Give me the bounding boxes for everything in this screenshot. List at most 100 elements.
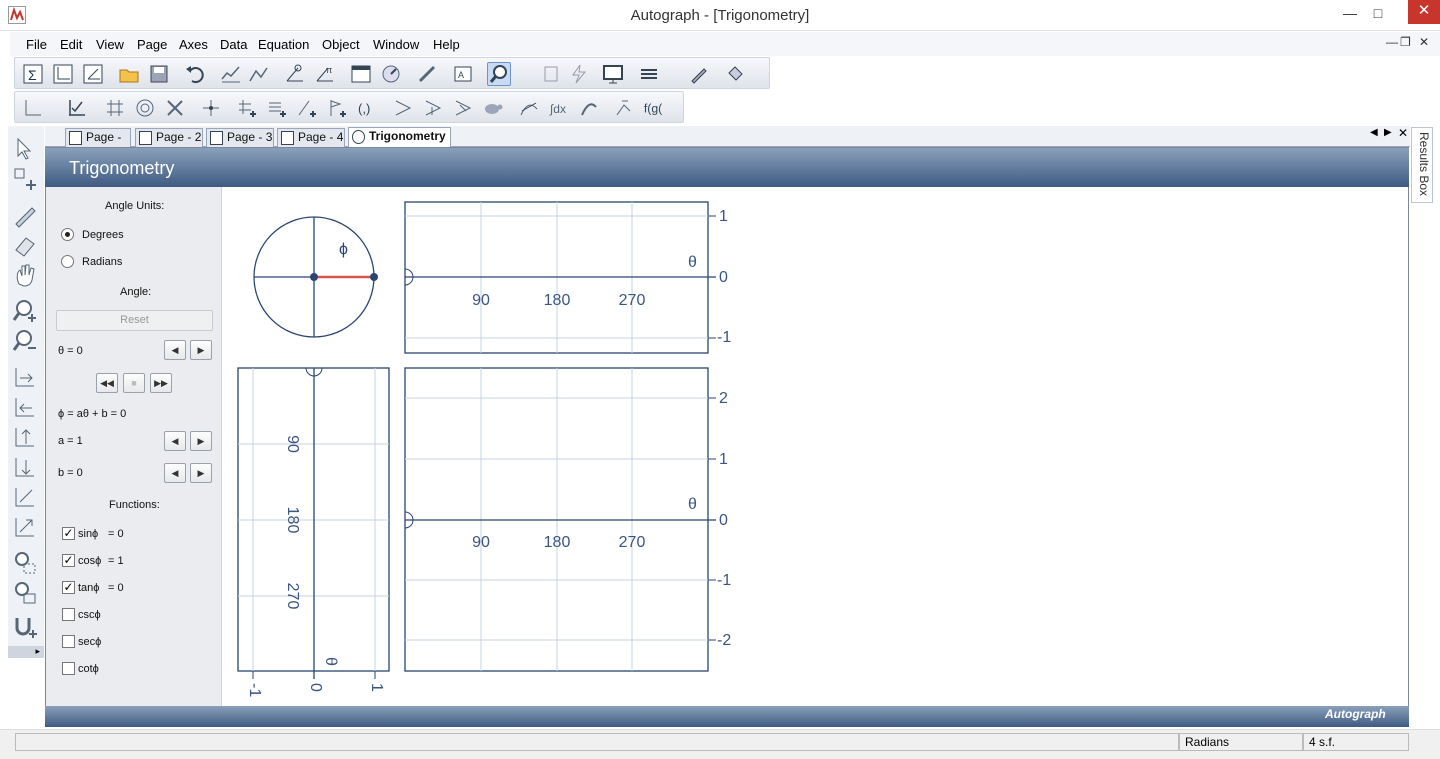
menu-file[interactable]: File: [26, 37, 47, 52]
key-tool-icon[interactable]: [539, 62, 563, 86]
menu-window[interactable]: Window: [373, 37, 419, 52]
scale-y-up-icon[interactable]: [12, 424, 38, 450]
select-add-icon[interactable]: [12, 166, 38, 192]
scale-both-down-icon[interactable]: [12, 514, 38, 540]
composite-function-icon[interactable]: f(g(: [641, 96, 675, 120]
fill-color-icon[interactable]: [723, 62, 747, 86]
save-icon[interactable]: [147, 62, 171, 86]
point-tool-icon[interactable]: [199, 96, 223, 120]
menu-page[interactable]: Page: [137, 37, 167, 52]
close-button[interactable]: ✕: [1408, 0, 1440, 24]
zoom-box-icon[interactable]: [12, 550, 38, 576]
b-decrease-button[interactable]: ◀: [164, 463, 186, 483]
fast-forward-button[interactable]: ▶▶: [150, 373, 172, 393]
top-theta-graph[interactable]: 90 180 270 θ 1 0 -1: [404, 201, 731, 354]
add-grid-icon[interactable]: [235, 96, 259, 120]
tab-scroll-left-icon[interactable]: ◀: [1370, 127, 1378, 138]
status-angle-unit[interactable]: Radians: [1179, 733, 1303, 751]
graph-area[interactable]: ϕ 90 180 270 θ 1 0 -1 90 180 270 θ -1 0 …: [222, 187, 822, 706]
tab-page-4[interactable]: Page - 4: [277, 128, 345, 147]
degrees-radio[interactable]: [61, 228, 74, 241]
zoom-tool-icon[interactable]: [487, 62, 511, 86]
scale-both-up-icon[interactable]: [12, 484, 38, 510]
magnet-icon[interactable]: [12, 614, 38, 640]
menu-equation[interactable]: Equation: [258, 37, 309, 52]
select-arrow-icon[interactable]: [12, 136, 38, 162]
new-2d-page-button[interactable]: [51, 62, 75, 86]
graph-tool-2-icon[interactable]: [247, 62, 271, 86]
angle-point[interactable]: [370, 273, 378, 281]
gauge-tool-icon[interactable]: [379, 62, 403, 86]
open-folder-icon[interactable]: [117, 62, 141, 86]
reset-button[interactable]: Reset: [56, 310, 213, 331]
tab-page-3[interactable]: Page - 3: [206, 128, 274, 147]
presentation-icon[interactable]: [601, 62, 625, 86]
a-decrease-button[interactable]: ◀: [164, 431, 186, 451]
bottom-theta-graph[interactable]: 90 180 270 θ 2 1 0 -1 -2: [404, 367, 731, 672]
left-theta-graph[interactable]: 90 180 270 θ -1 0 1: [237, 367, 390, 697]
line-style-icon[interactable]: [637, 62, 661, 86]
zoom-out-icon[interactable]: [12, 328, 38, 354]
coordinate-icon[interactable]: (,): [355, 96, 379, 120]
axes-tool-icon[interactable]: [21, 96, 45, 120]
cos-checkbox[interactable]: ✓: [62, 554, 75, 567]
angle-tool-icon[interactable]: [283, 62, 307, 86]
eraser-icon[interactable]: [12, 232, 38, 258]
rewind-button[interactable]: ◀◀: [96, 373, 118, 393]
new-3d-page-button[interactable]: [81, 62, 105, 86]
mdi-restore-button[interactable]: ❐: [1400, 35, 1411, 49]
tab-page-2[interactable]: Page - 2: [135, 128, 203, 147]
check-tool-icon[interactable]: [65, 96, 89, 120]
clear-grid-icon[interactable]: [163, 96, 187, 120]
sec-checkbox[interactable]: [62, 635, 75, 648]
tab-trigonometry[interactable]: Trigonometry: [348, 127, 451, 147]
maximize-button[interactable]: □: [1364, 0, 1392, 26]
cot-checkbox[interactable]: [62, 662, 75, 675]
grid-tool-icon[interactable]: [103, 96, 127, 120]
new-1d-page-button[interactable]: Σ: [21, 62, 45, 86]
vector-tool-icon[interactable]: [391, 96, 415, 120]
zoom-box-out-icon[interactable]: [12, 580, 38, 606]
hand-pan-icon[interactable]: [12, 262, 38, 288]
unit-circle-graph[interactable]: ϕ: [253, 216, 378, 338]
menu-axes[interactable]: Axes: [179, 37, 208, 52]
tangent-tool-icon[interactable]: [517, 96, 541, 120]
menu-object[interactable]: Object: [322, 37, 360, 52]
tan-checkbox[interactable]: ✓: [62, 581, 75, 594]
graph-tool-icon[interactable]: [219, 62, 243, 86]
pencil-icon[interactable]: [12, 202, 38, 228]
radians-radio[interactable]: [61, 255, 74, 268]
csc-checkbox[interactable]: [62, 608, 75, 621]
theta-increase-button[interactable]: ▶: [190, 340, 212, 360]
mdi-close-button[interactable]: ✕: [1419, 35, 1429, 49]
ruler-tool-icon[interactable]: [415, 62, 439, 86]
menu-data[interactable]: Data: [220, 37, 247, 52]
status-sig-figs[interactable]: 4 s.f.: [1303, 733, 1409, 751]
minimize-button[interactable]: —: [1336, 0, 1364, 26]
toolbar-expand-icon[interactable]: ▸: [8, 646, 44, 658]
b-increase-button[interactable]: ▶: [190, 463, 212, 483]
polar-grid-icon[interactable]: [133, 96, 157, 120]
theta-decrease-button[interactable]: ◀: [164, 340, 186, 360]
lightning-icon[interactable]: [567, 62, 591, 86]
iteration-tool-icon[interactable]: [613, 96, 637, 120]
sin-checkbox[interactable]: ✓: [62, 527, 75, 540]
menu-view[interactable]: View: [96, 37, 124, 52]
add-rows-icon[interactable]: [265, 96, 289, 120]
add-line-icon[interactable]: [295, 96, 319, 120]
undo-icon[interactable]: [183, 62, 207, 86]
scale-x-up-icon[interactable]: [12, 364, 38, 390]
mdi-minimize-button[interactable]: —: [1386, 35, 1398, 49]
transform-tool-icon[interactable]: [421, 96, 445, 120]
tab-scroll-right-icon[interactable]: ▶: [1384, 127, 1392, 138]
tab-close-icon[interactable]: ✕: [1398, 126, 1408, 140]
derivative-tool-icon[interactable]: [577, 96, 601, 120]
tab-page-1[interactable]: Page - 1: [65, 128, 131, 161]
menu-edit[interactable]: Edit: [60, 37, 82, 52]
add-flag-icon[interactable]: [325, 96, 349, 120]
table-tool-icon[interactable]: [349, 62, 373, 86]
integral-tool-icon[interactable]: ∫dx: [547, 96, 571, 120]
reflect-tool-icon[interactable]: [451, 96, 475, 120]
stop-button[interactable]: ■: [123, 373, 145, 393]
text-box-icon[interactable]: A: [451, 62, 475, 86]
